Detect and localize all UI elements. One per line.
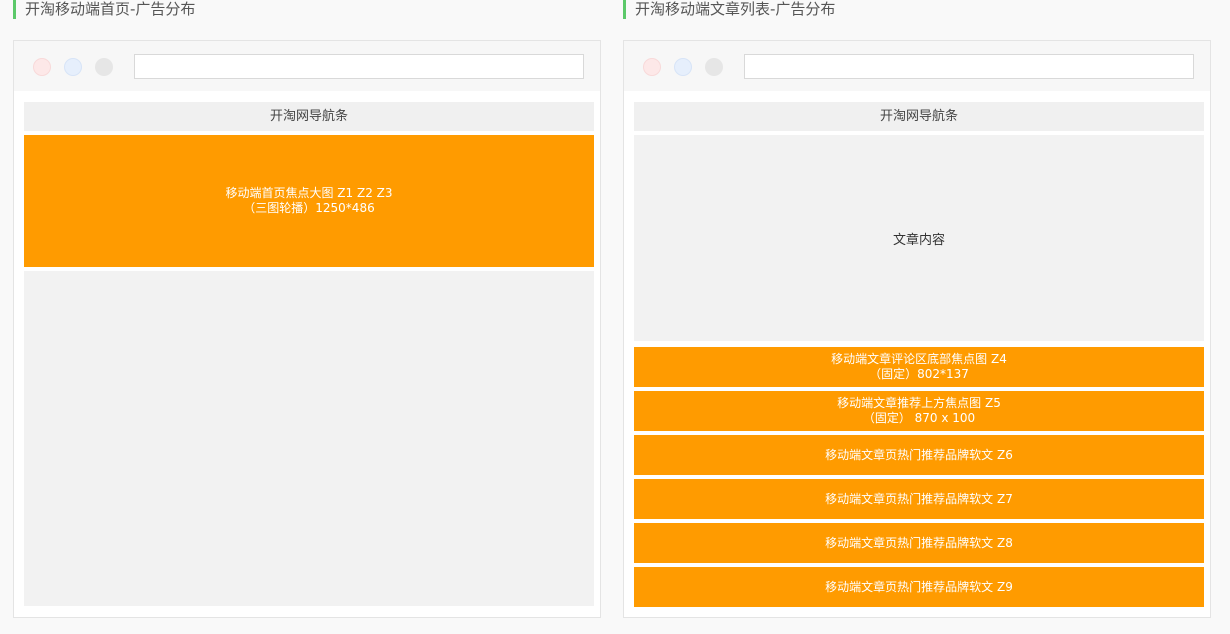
left-nav-bar: 开淘网导航条 [24, 102, 594, 131]
maximize-dot-icon [95, 58, 113, 76]
left-browser-mockup: 开淘网导航条 移动端首页焦点大图 Z1 Z2 Z3 （三图轮播）1250*486 [13, 40, 601, 618]
minimize-dot-icon [674, 58, 692, 76]
right-nav-bar: 开淘网导航条 [634, 102, 1204, 131]
article-content-label: 文章内容 [892, 232, 945, 248]
ad-slot-z9: 移动端文章页热门推荐品牌软文 Z9 [634, 567, 1204, 607]
ad-label-line1: 移动端文章推荐上方焦点图 Z5 [837, 396, 1001, 410]
ad-label-line1: 移动端文章页热门推荐品牌软文 Z8 [825, 535, 1013, 550]
article-content-placeholder: 文章内容 [634, 135, 1204, 341]
right-browser-mockup: 开淘网导航条 文章内容 移动端文章评论区底部焦点图 Z4 （固定）802*137… [623, 40, 1211, 618]
right-browser-toolbar [624, 41, 1210, 91]
ad-slot-z8: 移动端文章页热门推荐品牌软文 Z8 [634, 523, 1204, 563]
right-section-title: 开淘移动端文章列表-广告分布 [623, 0, 835, 19]
ad-label-line2: （固定）802*137 [869, 367, 969, 381]
ad-slot-z6: 移动端文章页热门推荐品牌软文 Z6 [634, 435, 1204, 475]
ad-label-line1: 移动端文章页热门推荐品牌软文 Z9 [825, 579, 1013, 594]
left-page-content-placeholder [24, 271, 594, 606]
ad-label-line1: 移动端文章页热门推荐品牌软文 Z7 [825, 491, 1013, 506]
left-address-bar [134, 54, 584, 79]
ad-slot-z7: 移动端文章页热门推荐品牌软文 Z7 [634, 479, 1204, 519]
ad-label-line2: （固定） 870 x 100 [862, 411, 976, 425]
maximize-dot-icon [705, 58, 723, 76]
left-section-title: 开淘移动端首页-广告分布 [13, 0, 195, 19]
ad-label-line1: 移动端文章页热门推荐品牌软文 Z6 [825, 447, 1013, 462]
ad-label-line1: 移动端文章评论区底部焦点图 Z4 [831, 352, 1007, 366]
ad-label-line2: （三图轮播）1250*486 [243, 201, 375, 215]
close-dot-icon [33, 58, 51, 76]
ad-slot-z5: 移动端文章推荐上方焦点图 Z5 （固定） 870 x 100 [634, 391, 1204, 431]
right-address-bar [744, 54, 1194, 79]
ad-label-line1: 移动端首页焦点大图 Z1 Z2 Z3 [225, 186, 393, 200]
close-dot-icon [643, 58, 661, 76]
minimize-dot-icon [64, 58, 82, 76]
left-focus-banner-ad: 移动端首页焦点大图 Z1 Z2 Z3 （三图轮播）1250*486 [24, 135, 594, 267]
ad-slot-z4: 移动端文章评论区底部焦点图 Z4 （固定）802*137 [634, 347, 1204, 387]
left-browser-toolbar [14, 41, 600, 91]
